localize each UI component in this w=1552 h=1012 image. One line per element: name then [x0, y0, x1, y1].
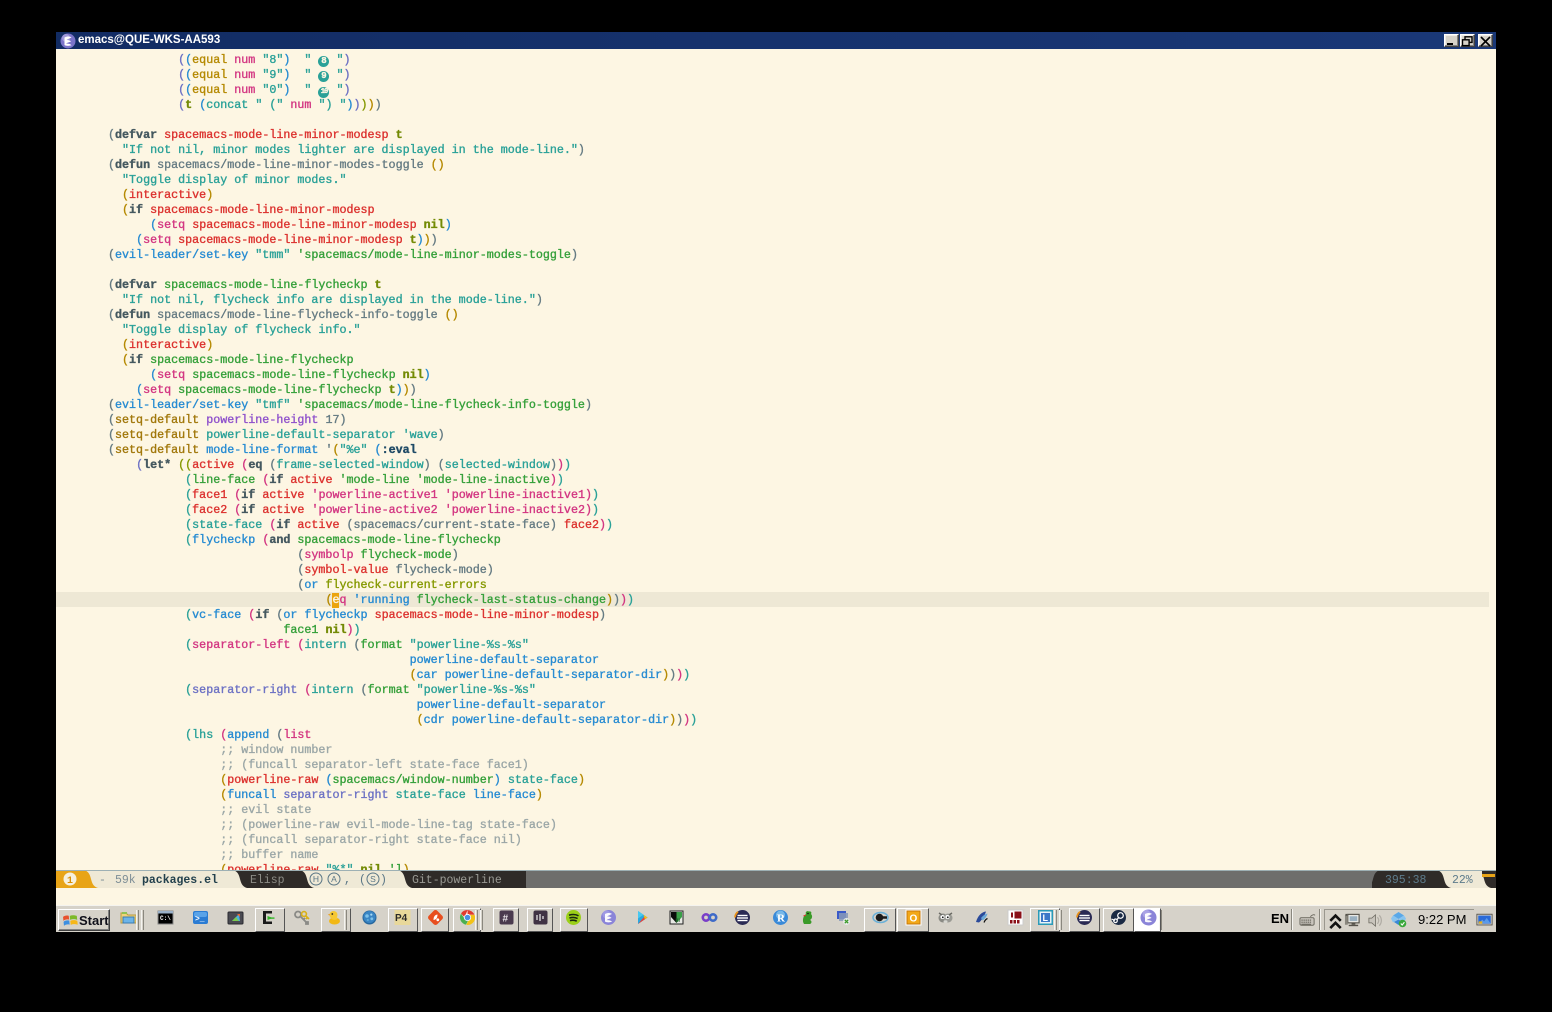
svg-text:Git-powerline: Git-powerline — [412, 874, 502, 887]
svg-text:Elisp: Elisp — [250, 874, 285, 887]
svg-text:-: - — [99, 874, 106, 887]
svg-text:395:38: 395:38 — [1385, 874, 1427, 887]
svg-text:#: # — [503, 914, 509, 925]
svg-text:R: R — [777, 913, 786, 925]
svg-text:m: m — [675, 916, 680, 924]
svg-text:): ) — [380, 874, 387, 887]
svg-text:C:\: C:\ — [160, 915, 171, 922]
svg-text:A: A — [331, 874, 337, 884]
svg-text:L: L — [1043, 913, 1049, 923]
svg-text:1: 1 — [67, 876, 73, 887]
svg-text:>_: >_ — [195, 915, 205, 924]
svg-text:P4: P4 — [395, 913, 408, 924]
svg-text:,: , — [344, 874, 351, 887]
svg-text:packages.el: packages.el — [142, 874, 218, 887]
svg-text:H: H — [313, 874, 319, 884]
svg-text:O: O — [910, 914, 918, 925]
svg-text:59k: 59k — [115, 874, 136, 887]
svg-text:22%: 22% — [1452, 874, 1473, 887]
svg-text:S: S — [370, 874, 376, 884]
svg-text:(: ( — [359, 874, 366, 887]
